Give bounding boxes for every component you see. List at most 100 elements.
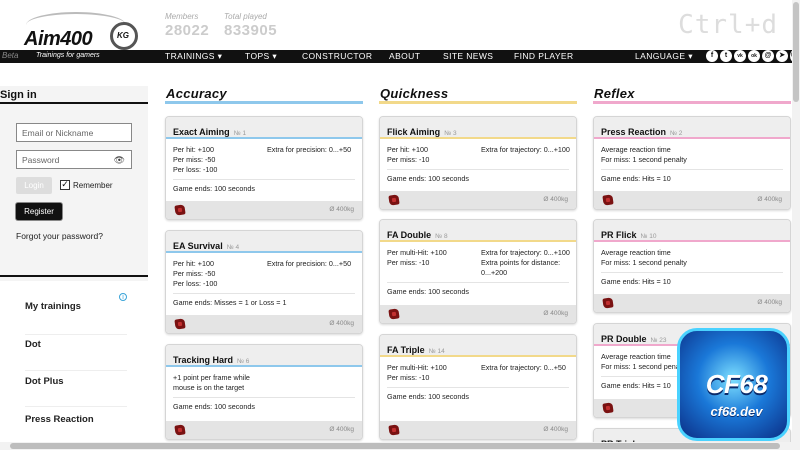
card-header[interactable]: EA Survival № 4 xyxy=(166,231,362,253)
cf68-watermark-logo: CF68 cf68.dev xyxy=(677,328,790,441)
extra-rule: Extra for trajectory: 0...+100 xyxy=(481,248,570,257)
fire-badge-icon[interactable] xyxy=(174,318,186,330)
scoring-rule: Per miss: -10 xyxy=(387,155,430,164)
twitter-icon[interactable]: t xyxy=(720,50,732,62)
scoring-rule: mouse is on the target xyxy=(173,383,245,392)
training-name[interactable]: FA Double xyxy=(387,230,431,240)
nav-find-player[interactable]: FIND PLAYER xyxy=(514,51,574,61)
training-name[interactable]: EA Survival xyxy=(173,241,223,251)
fire-badge-icon[interactable] xyxy=(388,308,400,320)
extra-rule: Extra for trajectory: 0...+100 xyxy=(481,145,570,154)
scoring-rule: Average reaction time xyxy=(601,145,671,154)
signin-divider xyxy=(0,102,148,104)
average-weight: Ø 400kg xyxy=(329,320,354,327)
sidebar-item-dot[interactable]: Dot xyxy=(25,339,41,350)
card-divider xyxy=(173,293,355,294)
register-button[interactable]: Register xyxy=(16,203,62,220)
scoring-rules: Per hit: +100 Per miss: -50 Per loss: -100 xyxy=(173,259,217,289)
game-ends: Game ends: 100 seconds xyxy=(173,184,255,193)
password-placeholder: Password xyxy=(22,155,60,165)
fire-badge-icon[interactable] xyxy=(602,194,614,206)
horizontal-scroll-thumb[interactable] xyxy=(10,443,780,449)
training-name[interactable]: Tracking Hard xyxy=(173,355,233,365)
password-field[interactable]: Password 👁 xyxy=(16,150,132,169)
training-card[interactable]: FA Triple № 14 Per multi-Hit: +100 Per miss… xyxy=(379,334,577,440)
vertical-scroll-thumb[interactable] xyxy=(793,2,799,102)
scoring-rule: Per hit: +100 xyxy=(173,259,214,268)
training-number: № 8 xyxy=(435,233,448,240)
remember-checkbox[interactable]: ✓ xyxy=(60,180,70,190)
login-button[interactable]: Login xyxy=(16,177,52,194)
nav-constructor[interactable]: CONSTRUCTOR xyxy=(302,51,372,61)
email-field[interactable]: Email or Nickname xyxy=(16,123,132,142)
training-card[interactable]: EA Survival № 4 Per hit: +100 Per miss: -50… xyxy=(165,230,363,334)
training-card[interactable]: PR Flick № 10 Average reaction time For mis… xyxy=(593,219,791,313)
forgot-password-link[interactable]: Forgot your password? xyxy=(16,231,103,241)
site-logo[interactable]: Aim400 KG xyxy=(10,6,138,50)
training-card[interactable]: Press Reaction № 2 Average reaction time Fo… xyxy=(593,116,791,210)
training-card[interactable]: Flick Aiming № 3 Per hit: +100 Per miss: -1… xyxy=(379,116,577,210)
card-divider xyxy=(173,179,355,180)
telegram-icon[interactable]: ➤ xyxy=(776,50,788,62)
facebook-icon[interactable]: f xyxy=(706,50,718,62)
training-card[interactable]: Exact Aiming № 1 Per hit: +100 Per miss: -5… xyxy=(165,116,363,220)
card-header[interactable]: PR Flick № 10 xyxy=(594,220,790,242)
training-card[interactable]: Tracking Hard № 6 +1 point per frame while… xyxy=(165,344,363,440)
training-name[interactable]: PR Flick xyxy=(601,230,637,240)
average-weight: Ø 400kg xyxy=(543,310,568,317)
card-header[interactable]: Press Reaction № 2 xyxy=(594,117,790,139)
nav-site-news[interactable]: SITE NEWS xyxy=(443,51,493,61)
nav-language[interactable]: LANGUAGE ▾ xyxy=(635,51,693,62)
card-header[interactable]: Tracking Hard № 6 xyxy=(166,345,362,367)
fire-badge-icon[interactable] xyxy=(174,204,186,216)
scoring-rule: Per multi-Hit: +100 xyxy=(387,363,447,372)
card-header[interactable]: FA Double № 8 xyxy=(380,220,576,242)
extra-rule: Extra for precision: 0...+50 xyxy=(267,259,352,268)
training-name[interactable]: FA Triple xyxy=(387,345,425,355)
nav-trainings[interactable]: TRAININGS ▾ xyxy=(165,51,222,62)
card-divider xyxy=(387,169,569,170)
game-ends: Game ends: Hits = 10 xyxy=(601,174,671,183)
scoring-rule: Per miss: -50 xyxy=(173,269,216,278)
card-header[interactable]: FA Triple № 14 xyxy=(380,335,576,357)
training-name[interactable]: PR Double xyxy=(601,334,647,344)
nav-about[interactable]: ABOUT xyxy=(389,51,420,61)
fire-badge-icon[interactable] xyxy=(602,402,614,414)
scoring-rule: +1 point per frame while xyxy=(173,373,250,382)
scoring-rules: +1 point per frame while mouse is on the … xyxy=(173,373,250,393)
extra-rules: Extra for precision: 0...+50 xyxy=(267,259,351,269)
card-header[interactable]: Flick Aiming № 3 xyxy=(380,117,576,139)
training-number: № 23 xyxy=(650,337,667,344)
training-number: № 14 xyxy=(428,348,445,355)
sidebar-item-press-reaction[interactable]: Press Reaction xyxy=(25,414,94,425)
fire-badge-icon[interactable] xyxy=(174,424,186,436)
card-header[interactable]: Exact Aiming № 1 xyxy=(166,117,362,139)
vertical-scrollbar[interactable] xyxy=(792,0,800,450)
training-name[interactable]: Flick Aiming xyxy=(387,127,440,137)
scoring-rules: Per multi-Hit: +100 Per miss: -10 xyxy=(387,363,447,383)
nav-tops[interactable]: TOPS ▾ xyxy=(245,51,277,62)
scoring-rules: Average reaction time For miss: 1 second … xyxy=(601,352,687,372)
fire-badge-icon[interactable] xyxy=(388,424,400,436)
vk-icon[interactable]: vk xyxy=(734,50,746,62)
column-title-reflex: Reflex xyxy=(594,86,635,101)
horizontal-scrollbar[interactable] xyxy=(0,442,800,450)
scoring-rules: Per hit: +100 Per miss: -50 Per loss: -100 xyxy=(173,145,217,175)
training-card[interactable]: FA Double № 8 Per multi-Hit: +100 Per miss:… xyxy=(379,219,577,324)
info-icon[interactable]: i xyxy=(119,293,127,301)
training-number: № 4 xyxy=(226,244,240,251)
show-password-icon[interactable]: 👁 xyxy=(114,155,125,166)
scoring-rules: Average reaction time For miss: 1 second … xyxy=(601,248,687,268)
sidebar-separator xyxy=(25,370,127,371)
mail-ru-icon[interactable]: @ xyxy=(762,50,774,62)
beta-label: Beta xyxy=(2,51,19,60)
average-weight: Ø 400kg xyxy=(757,299,782,306)
training-name[interactable]: Exact Aiming xyxy=(173,127,230,137)
sidebar-item-my-trainings[interactable]: My trainings xyxy=(25,301,81,312)
fire-badge-icon[interactable] xyxy=(602,297,614,309)
odnoklassniki-icon[interactable]: ok xyxy=(748,50,760,62)
sidebar-item-dot-plus[interactable]: Dot Plus xyxy=(25,376,64,387)
training-name[interactable]: Press Reaction xyxy=(601,127,666,137)
card-footer: Ø 400kg xyxy=(166,315,362,333)
fire-badge-icon[interactable] xyxy=(388,194,400,206)
